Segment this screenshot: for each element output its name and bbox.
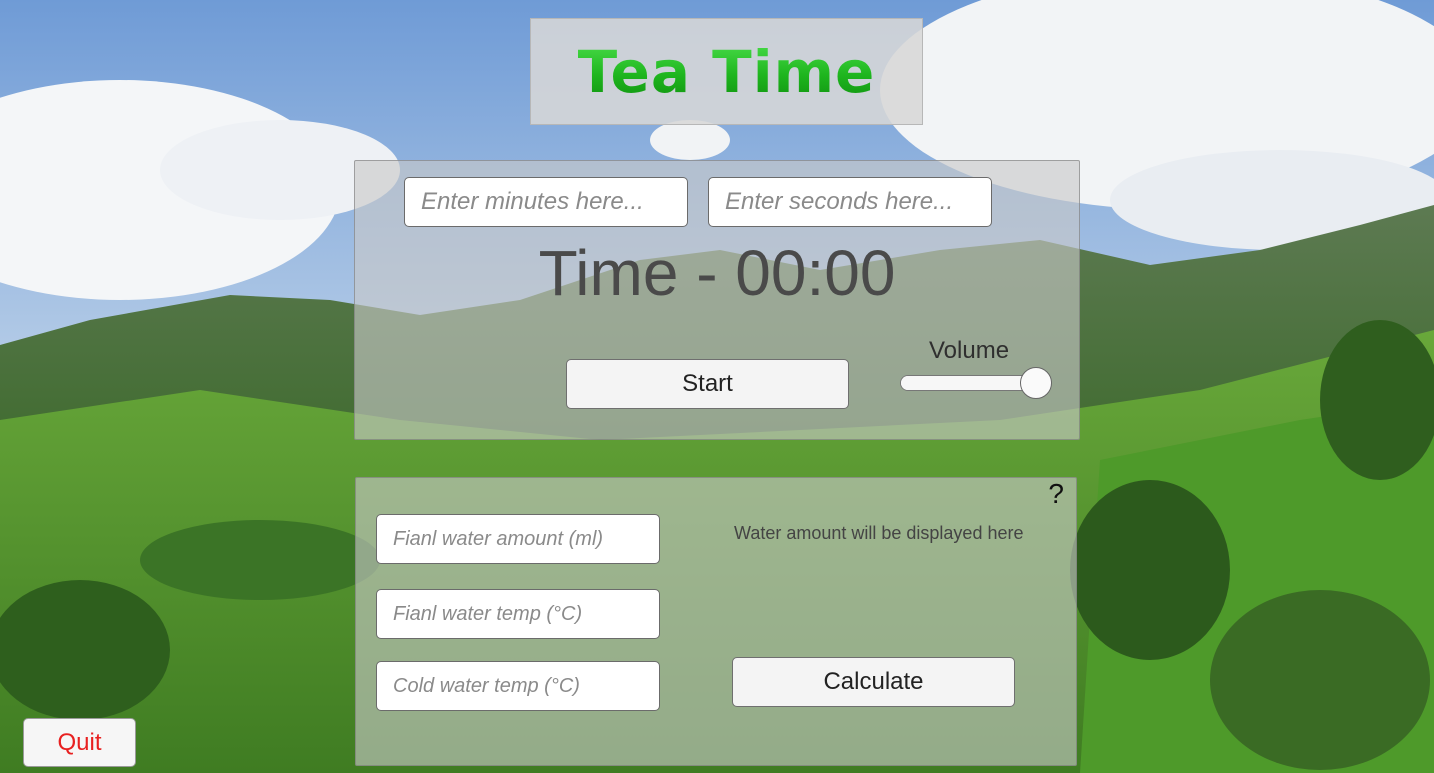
title-banner: Tea Time xyxy=(530,18,923,125)
timer-panel: Time - 00:00 Start Volume xyxy=(354,160,1080,440)
water-amount-output: Water amount will be displayed here xyxy=(734,523,1024,543)
final-water-amount-input[interactable] xyxy=(376,514,660,564)
app-title: Tea Time xyxy=(577,37,876,106)
minutes-input[interactable] xyxy=(404,177,688,227)
volume-slider-handle[interactable] xyxy=(1020,367,1052,399)
volume-label: Volume xyxy=(929,337,1010,364)
cold-water-temp-input[interactable] xyxy=(376,661,660,711)
help-button[interactable]: ? xyxy=(1048,478,1064,510)
quit-button[interactable]: Quit xyxy=(23,718,136,767)
volume-slider-fill xyxy=(901,376,1029,390)
start-button[interactable]: Start xyxy=(566,359,849,409)
volume-slider-track[interactable] xyxy=(900,375,1030,391)
calculate-button[interactable]: Calculate xyxy=(732,657,1015,707)
seconds-input[interactable] xyxy=(708,177,992,227)
water-calculator-panel: ? Water amount will be displayed here Ca… xyxy=(355,477,1077,766)
final-water-temp-input[interactable] xyxy=(376,589,660,639)
time-display: Time - 00:00 xyxy=(538,237,896,309)
